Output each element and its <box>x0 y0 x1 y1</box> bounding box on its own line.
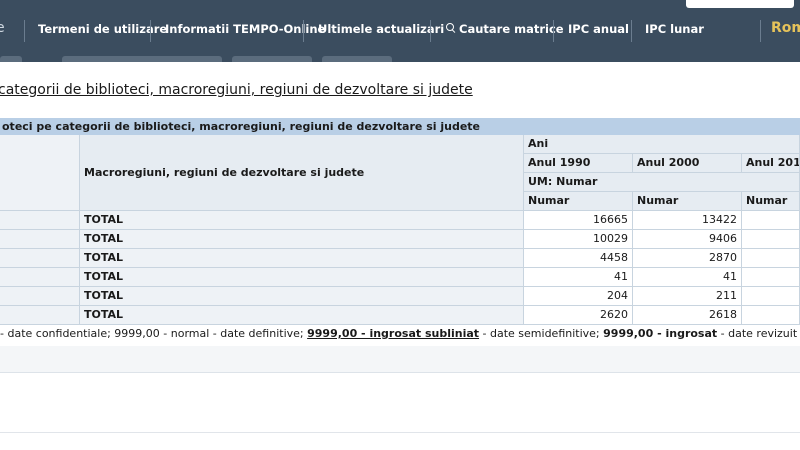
nav-separator <box>553 20 554 42</box>
value-cell: 2620 <box>524 306 633 325</box>
nav-item-tempo-info[interactable]: Informatii TEMPO-Online <box>165 22 325 36</box>
nav-separator <box>430 20 431 42</box>
value-cell: 41 <box>524 268 633 287</box>
nav-subtab[interactable] <box>62 56 222 62</box>
legend-text: - date revizuit <box>717 327 798 340</box>
value-cell: 10029 <box>524 230 633 249</box>
value-cell <box>742 249 800 268</box>
unit-label: Numar <box>742 192 800 211</box>
row-label: TOTAL <box>80 249 524 268</box>
value-cell: 4458 <box>524 249 633 268</box>
legend-bold: 9999,00 - ingrosat <box>603 327 718 340</box>
row-label: TOTAL <box>80 306 524 325</box>
page-title[interactable]: categorii de biblioteci, macroregiuni, r… <box>0 82 473 98</box>
unit-measure-header: UM: Numar <box>524 173 800 192</box>
nav-logo-fragment[interactable]: e <box>0 20 5 36</box>
nav-separator <box>760 20 761 42</box>
year-header-201x[interactable]: Anul 201 <box>742 154 800 173</box>
row-header-cell: Macroregiuni, regiuni de dezvoltare si j… <box>80 135 524 211</box>
search-icon <box>446 23 454 31</box>
legend-underlined-bold: 9999,00 - ingrosat subliniat <box>307 327 480 340</box>
value-cell <box>742 306 800 325</box>
nav-item-matrix-search[interactable]: Cautare matrice <box>446 22 564 36</box>
value-cell: 9406 <box>633 230 742 249</box>
nav-separator <box>24 20 25 42</box>
stub-header-cell <box>0 135 80 211</box>
value-cell: 13422 <box>633 211 742 230</box>
nav-item-matrix-search-label: Cautare matrice <box>459 22 564 36</box>
row-stub <box>0 306 80 325</box>
nav-item-latest-updates[interactable]: Ultimele actualizari <box>318 22 444 36</box>
row-label: TOTAL <box>80 211 524 230</box>
nav-separator <box>303 20 304 42</box>
nav-separator <box>631 20 632 42</box>
unit-label: Numar <box>633 192 742 211</box>
row-stub <box>0 230 80 249</box>
data-grid: Macroregiuni, regiuni de dezvoltare si j… <box>0 135 800 325</box>
legend-text: - date semidefinitive; <box>479 327 604 340</box>
top-search-box[interactable] <box>686 0 794 8</box>
value-cell <box>742 287 800 306</box>
nav-subtab[interactable] <box>232 56 312 62</box>
value-cell: 2618 <box>633 306 742 325</box>
value-cell <box>742 211 800 230</box>
year-header-2000[interactable]: Anul 2000 <box>633 154 742 173</box>
row-label: TOTAL <box>80 268 524 287</box>
value-cell <box>742 268 800 287</box>
legend-text: - date confidentiale; 9999,00 - normal -… <box>0 327 308 340</box>
language-brand[interactable]: Rom <box>771 20 800 36</box>
nav-item-terms[interactable]: Termeni de utilizare <box>38 22 167 36</box>
results-table: oteci pe categorii de biblioteci, macror… <box>0 118 800 325</box>
row-label: TOTAL <box>80 287 524 306</box>
table-title-bar: oteci pe categorii de biblioteci, macror… <box>0 118 800 135</box>
nav-item-ipc-monthly[interactable]: IPC lunar <box>645 22 704 36</box>
value-cell: 211 <box>633 287 742 306</box>
years-header: Ani <box>524 135 800 154</box>
bottom-band <box>0 346 800 373</box>
nav-subtab[interactable] <box>0 56 22 62</box>
value-cell: 2870 <box>633 249 742 268</box>
value-cell: 41 <box>633 268 742 287</box>
value-cell: 204 <box>524 287 633 306</box>
value-cell <box>742 230 800 249</box>
row-label: TOTAL <box>80 230 524 249</box>
row-stub <box>0 249 80 268</box>
top-navbar: e Termeni de utilizare Informatii TEMPO-… <box>0 0 800 62</box>
footer-divider <box>0 432 800 433</box>
year-header-1990[interactable]: Anul 1990 <box>524 154 633 173</box>
row-stub <box>0 211 80 230</box>
nav-item-ipc-annual[interactable]: IPC anual <box>568 22 629 36</box>
nav-subtab[interactable] <box>322 56 392 62</box>
data-legend: - date confidentiale; 9999,00 - normal -… <box>0 327 797 340</box>
row-stub <box>0 287 80 306</box>
nav-separator <box>150 20 151 42</box>
unit-label: Numar <box>524 192 633 211</box>
value-cell: 16665 <box>524 211 633 230</box>
row-stub <box>0 268 80 287</box>
